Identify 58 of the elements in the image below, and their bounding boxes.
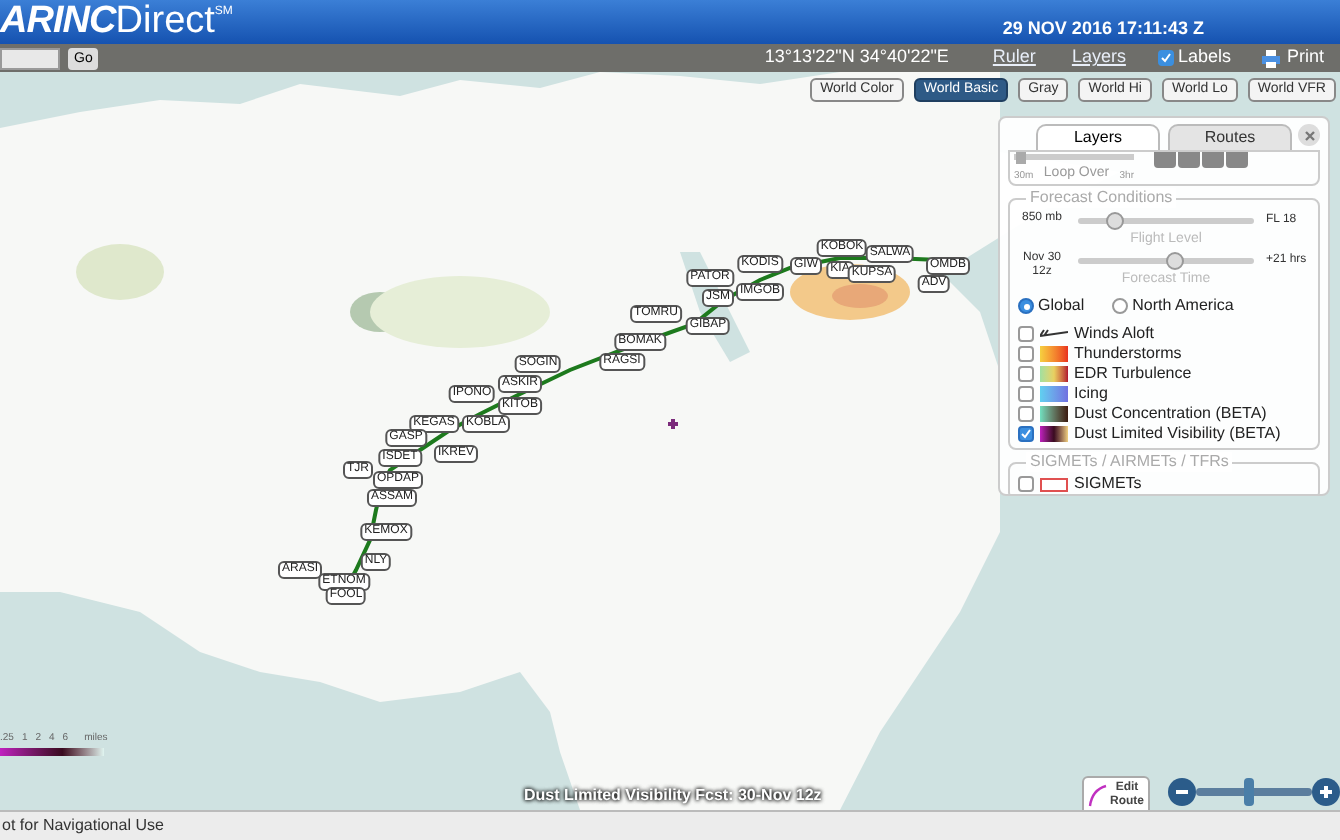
logo-text: Direct: [115, 2, 215, 42]
legend-swatch: [1040, 406, 1068, 422]
legend-swatch: [1040, 346, 1068, 362]
step-forward-button[interactable]: [1226, 152, 1248, 168]
panel-tab[interactable]: Layers: [1036, 124, 1160, 150]
group-title: Forecast Conditions: [1026, 188, 1177, 208]
checkbox[interactable]: [1018, 386, 1034, 402]
layer-label: Winds Aloft: [1074, 322, 1155, 346]
checkbox[interactable]: [1018, 426, 1034, 442]
layer-label: Thunderstorms: [1074, 342, 1182, 366]
slider-thumb[interactable]: [1016, 152, 1026, 164]
play-button[interactable]: [1178, 152, 1200, 168]
layer-label: SIGMETs: [1074, 472, 1142, 494]
search-field[interactable]: [0, 47, 60, 69]
route-pen-icon: [1088, 784, 1108, 808]
wind-barb-icon: [1040, 328, 1068, 340]
zoom-slider[interactable]: [1196, 778, 1312, 806]
checkbox[interactable]: [1018, 366, 1034, 382]
status-text: ot for Navigational Use: [0, 814, 164, 838]
slider-thumb[interactable]: [1166, 251, 1185, 269]
legend-color-bar: [0, 747, 104, 755]
toolbar-link[interactable]: Layers: [1071, 44, 1126, 72]
layer-label: Dust Limited Visibility (BETA): [1074, 422, 1281, 446]
slider-track[interactable]: [1078, 218, 1254, 224]
group-title: SIGMETs / AIRMETs / TFRs: [1026, 452, 1233, 472]
toolbar-link[interactable]: Ruler: [992, 44, 1036, 72]
map-caption: Dust Limited Visibility Fcst: 30-Nov 12z: [524, 784, 822, 808]
coordinates: 13°13'22"N 34°40'22"E: [764, 44, 949, 71]
radio-label: North America: [1132, 294, 1234, 318]
close-icon: [1303, 129, 1315, 141]
layer-label: Dust Concentration (BETA): [1074, 402, 1267, 426]
legend-swatch: [1040, 426, 1068, 442]
slider-thumb[interactable]: [1105, 212, 1124, 230]
legend-swatch: [1040, 366, 1068, 382]
minus-icon: [1176, 790, 1188, 794]
date-time: 29 NOV 2016 17:11:43 Z: [1002, 15, 1204, 41]
legend-swatch: [1040, 386, 1068, 402]
plus-icon: [1320, 786, 1332, 798]
loop-slider[interactable]: [1014, 152, 1134, 164]
printer-icon[interactable]: [1262, 49, 1281, 67]
checkbox[interactable]: [1018, 326, 1034, 342]
slider-track[interactable]: [1078, 257, 1254, 263]
close-button[interactable]: [1298, 124, 1320, 146]
layer-label: Icing: [1074, 382, 1108, 406]
layer-label: EDR Turbulence: [1074, 362, 1192, 386]
radio-button[interactable]: [1018, 298, 1034, 314]
radio-button[interactable]: [1112, 298, 1129, 314]
print-link[interactable]: Print: [1286, 44, 1336, 72]
radio-label: Global: [1038, 294, 1085, 318]
step-back-button[interactable]: [1154, 152, 1176, 168]
labels-label: Labels: [1177, 44, 1231, 71]
stop-button[interactable]: [1202, 152, 1224, 168]
legend-swatch: [1040, 477, 1068, 491]
panel-tab[interactable]: Routes: [1168, 124, 1292, 150]
zoom-thumb[interactable]: [1244, 778, 1255, 806]
checkbox[interactable]: [1018, 476, 1034, 492]
checkbox[interactable]: [1018, 346, 1034, 362]
checkbox[interactable]: [1018, 406, 1034, 422]
